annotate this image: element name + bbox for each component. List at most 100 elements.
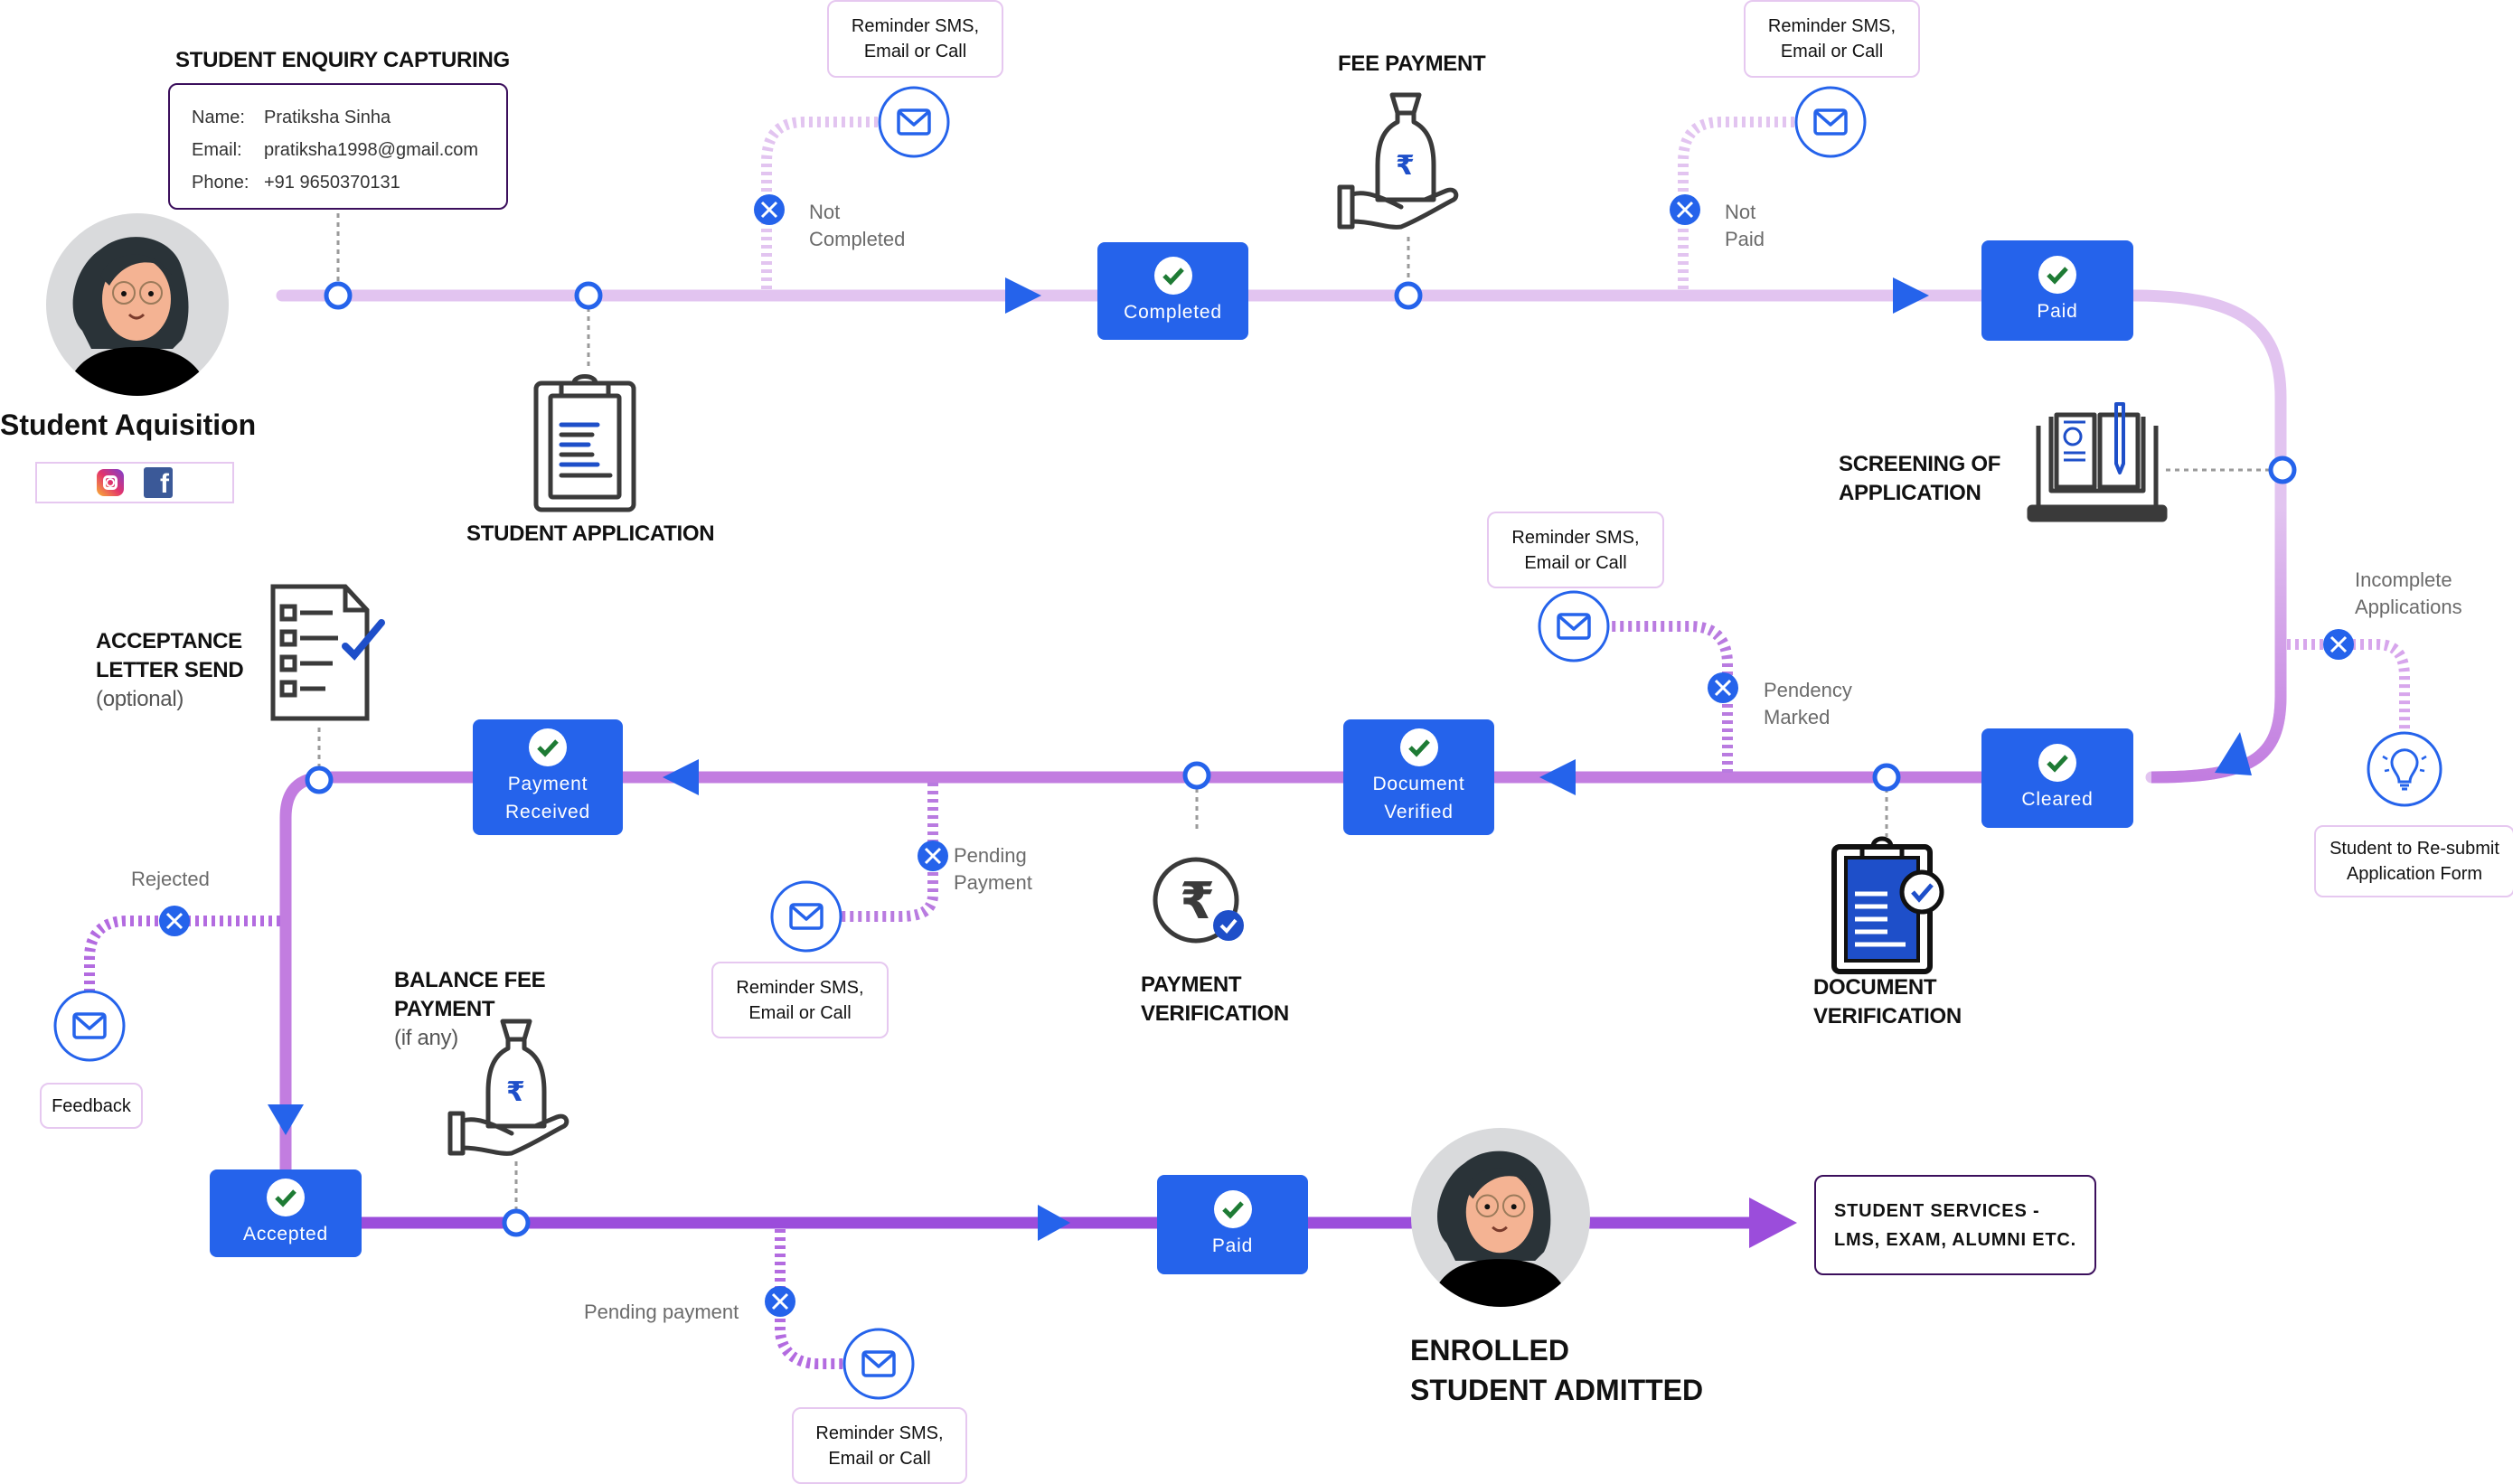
node-document-verification [1872, 763, 1901, 792]
status-accepted[interactable]: Accepted [210, 1169, 362, 1257]
balance-fee-note: (if any) [394, 1026, 458, 1050]
feedback-note[interactable]: Feedback [40, 1083, 143, 1129]
enrolled-line2: STUDENT ADMITTED [1410, 1374, 1704, 1406]
acceptance-label: ACCEPTANCE LETTER SEND (optional) [96, 627, 244, 714]
node-fee-payment [1394, 281, 1423, 310]
acceptance-note: (optional) [96, 687, 184, 711]
enquiry-card: Name: Pratiksha Sinha Email: pratiksha1998… [168, 83, 508, 210]
reminder-note[interactable]: Reminder SMS, Email or Call [827, 0, 1003, 78]
lightbulb-icon [2367, 731, 2442, 807]
note-line2: Email or Call [748, 1002, 852, 1023]
incomplete-applications-label: Incomplete Applications [2355, 567, 2462, 621]
node-balance-fee [502, 1208, 531, 1237]
services-line1: STUDENT SERVICES - [1834, 1201, 2040, 1221]
status-paid-bottom[interactable]: Paid [1157, 1175, 1308, 1274]
mail-icon [770, 880, 842, 953]
enquiry-row-email: Email: pratiksha1998@gmail.com [192, 134, 506, 166]
reminder-note[interactable]: Reminder SMS, Email or Call [792, 1407, 967, 1484]
student-application-label: STUDENT APPLICATION [466, 521, 715, 546]
check-icon [2038, 743, 2076, 782]
status-label-line1: Document [1372, 774, 1465, 794]
note-line2: Email or Call [828, 1448, 931, 1469]
check-icon [2038, 256, 2076, 294]
note-line1: Student to Re-submit [2329, 839, 2499, 859]
svg-text:₹: ₹ [506, 1076, 525, 1108]
arrow-right-icon [1893, 277, 1929, 314]
svg-text:₹: ₹ [1396, 150, 1415, 182]
track-right-curve [2151, 506, 2287, 784]
reminder-note[interactable]: Reminder SMS, Email or Call [1487, 512, 1664, 588]
branch-pendency [1609, 621, 1733, 773]
rupee-verified-icon: ₹ [1153, 857, 1244, 944]
status-label: Paid [2037, 301, 2078, 322]
student-services-box[interactable]: STUDENT SERVICES - LMS, EXAM, ALUMNI ETC… [1814, 1175, 2096, 1275]
arrow-left-icon [1539, 759, 1576, 795]
mail-icon [878, 86, 950, 158]
clipboard-icon [533, 374, 636, 512]
branch-label-line1: Incomplete [2355, 568, 2452, 591]
note-line2: Email or Call [1524, 552, 1627, 573]
pending-payment-bottom-label: Pending payment [584, 1301, 739, 1323]
not-paid-label: Not Paid [1725, 199, 1765, 253]
enrolled-line1: ENROLLED [1410, 1334, 1569, 1367]
node-payment-verification [1182, 761, 1211, 790]
enrolled-label: ENROLLED STUDENT ADMITTED [1410, 1330, 1703, 1410]
document-verification-line1: DOCUMENT [1813, 975, 1937, 1000]
resubmit-note[interactable]: Student to Re-submit Application Form [2314, 825, 2513, 897]
svg-text:₹: ₹ [1180, 872, 1215, 931]
mail-icon [842, 1328, 915, 1400]
field-label: Phone: [192, 173, 249, 193]
screening-label: SCREENING OF APPLICATION [1839, 450, 2000, 508]
not-completed-label: Not Completed [809, 199, 905, 253]
status-completed[interactable]: Completed [1097, 242, 1248, 340]
status-label: Completed [1124, 301, 1222, 323]
enquiry-row-phone: Phone: +91 9650370131 [192, 166, 506, 199]
screening-label-line1: SCREENING OF [1839, 452, 2001, 476]
node-acceptance [305, 765, 334, 794]
branch-label-line1: Not [809, 201, 841, 223]
check-icon [267, 1179, 305, 1216]
instagram-icon[interactable] [97, 469, 124, 496]
mail-icon [1538, 590, 1610, 662]
document-verification-label: DOCUMENT VERIFICATION [1813, 973, 1962, 1031]
reminder-note[interactable]: Reminder SMS, Email or Call [1744, 0, 1920, 78]
field-value: Pratiksha Sinha [264, 108, 391, 127]
document-check-icon [1831, 836, 1944, 974]
status-paid-top[interactable]: Paid [1981, 240, 2133, 341]
arrow-curve-icon [2215, 732, 2252, 775]
arrow-down-icon [268, 1104, 304, 1135]
money-bag-icon: ₹ [1337, 92, 1459, 230]
enquiry-title: STUDENT ENQUIRY CAPTURING [175, 48, 510, 72]
branch-label-line1: Pendency [1764, 679, 1852, 701]
status-cleared[interactable]: Cleared [1981, 728, 2133, 828]
branch-label-line2: Payment [954, 871, 1032, 894]
acceptance-line1: ACCEPTANCE [96, 629, 242, 653]
pending-payment-label: Pending Payment [954, 842, 1032, 897]
laptop-book-icon [2027, 402, 2168, 522]
check-icon [1153, 256, 1192, 295]
reminder-note[interactable]: Reminder SMS, Email or Call [711, 962, 889, 1038]
balance-fee-label: BALANCE FEE PAYMENT (if any) [394, 966, 546, 1053]
rejected-label: Rejected [131, 868, 210, 890]
note-line1: Reminder SMS, [815, 1423, 944, 1443]
balance-fee-line2: PAYMENT [394, 997, 495, 1021]
status-label-line2: Received [505, 802, 590, 822]
field-value: +91 9650370131 [264, 173, 400, 193]
status-document-verified[interactable]: Document Verified [1343, 719, 1494, 835]
payment-verification-line2: VERIFICATION [1141, 1001, 1289, 1026]
check-icon [1399, 728, 1438, 766]
note-line2: Email or Call [1780, 42, 1884, 61]
facebook-icon[interactable]: f [144, 467, 173, 498]
enquiry-row-name: Name: Pratiksha Sinha [192, 101, 506, 134]
branch-label-line1: Not [1725, 201, 1756, 223]
status-label: Accepted [243, 1224, 328, 1244]
student-avatar [46, 213, 229, 396]
start-title: Student Aquisition [0, 409, 257, 441]
payment-verification-line1: PAYMENT [1141, 972, 1242, 997]
status-payment-received[interactable]: Payment Received [473, 719, 623, 835]
pendency-marked-label: Pendency Marked [1764, 677, 1852, 731]
social-channels: f [35, 462, 234, 503]
note-line1: Reminder SMS, [736, 977, 864, 998]
screening-label-line2: APPLICATION [1839, 481, 1981, 505]
student-illustration-icon [1428, 1151, 1573, 1307]
